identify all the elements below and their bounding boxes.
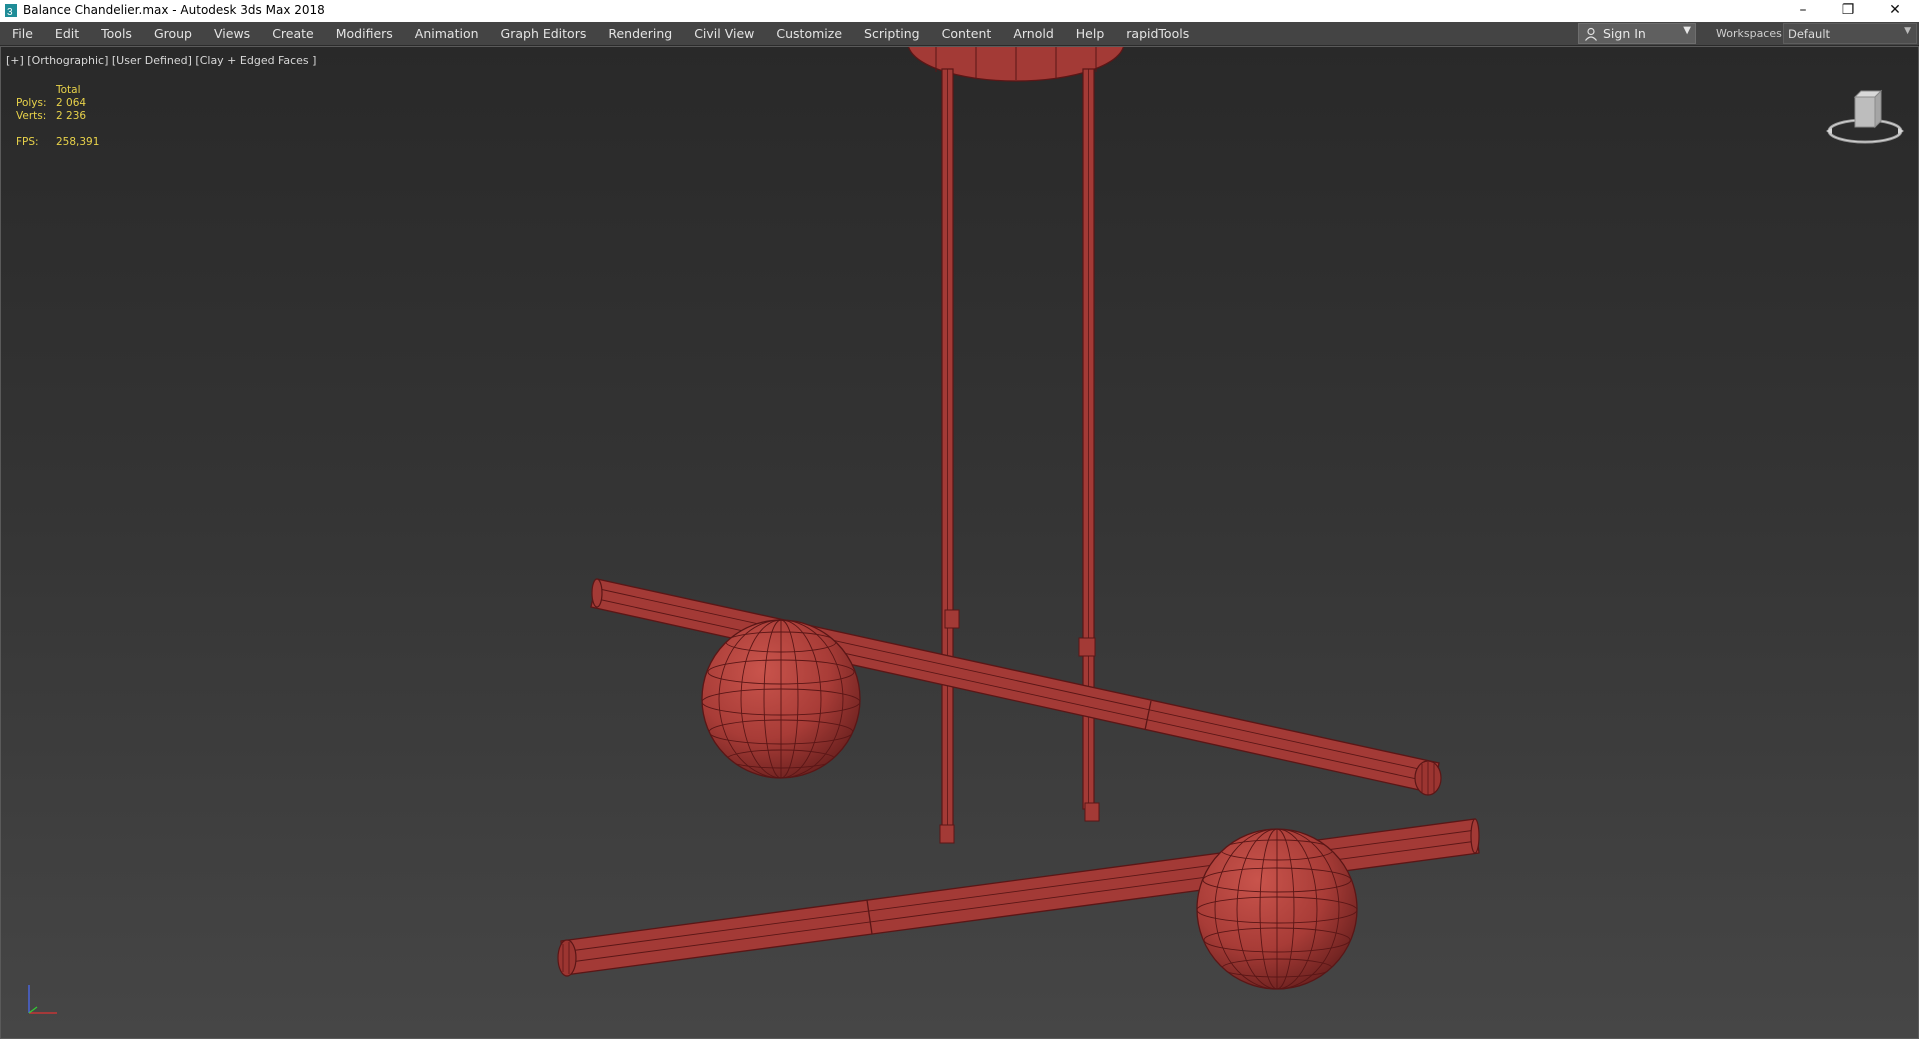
menu-arnold[interactable]: Arnold [1002,22,1064,45]
window-title: Balance Chandelier.max - Autodesk 3ds Ma… [23,3,325,17]
menu-edit[interactable]: Edit [44,22,90,45]
menu-customize[interactable]: Customize [765,22,853,45]
menu-animation[interactable]: Animation [404,22,490,45]
suspension-rods [941,68,1095,840]
chevron-down-icon: ▼ [1683,25,1691,36]
menu-rendering[interactable]: Rendering [597,22,683,45]
stats-verts-label: Verts: [16,110,47,122]
stats-verts-value: 2 236 [56,110,87,122]
workspaces-dropdown[interactable]: Default ▼ [1783,23,1917,44]
menu-views[interactable]: Views [203,22,261,45]
menu-create[interactable]: Create [261,22,325,45]
menu-file[interactable]: File [0,22,44,45]
stats-fps-value: 258,391 [56,136,100,148]
app-icon: 3 [5,4,17,18]
sign-in-button[interactable]: Sign In ▼ [1578,23,1696,44]
menu-help[interactable]: Help [1065,22,1116,45]
svg-text:3: 3 [7,7,13,18]
menu-tools[interactable]: Tools [90,22,143,45]
stats-fps-label: FPS: [16,136,39,148]
menu-group[interactable]: Group [143,22,203,45]
menu-civil-view[interactable]: Civil View [683,22,765,45]
stats-total-label: Total [56,84,81,96]
menu-graph-editors[interactable]: Graph Editors [490,22,598,45]
close-button[interactable]: ✕ [1873,0,1917,22]
menu-items: File Edit Tools Group Views Create Modifiers An… [0,22,1200,45]
axis-tripod-icon [28,985,57,1014]
workspaces-value: Default [1788,27,1831,41]
workspaces-label: Workspaces: [1716,27,1786,40]
chandelier-model [557,47,1480,990]
menu-scripting[interactable]: Scripting [853,22,931,45]
menu-content[interactable]: Content [931,22,1003,45]
viewcube-icon[interactable] [1821,83,1909,149]
sign-in-label: Sign In [1603,26,1646,41]
viewport-label[interactable]: [+] [Orthographic] [User Defined] [Clay … [6,54,316,67]
globe-shade-left [701,619,861,779]
menu-bar: File Edit Tools Group Views Create Modifiers An… [0,22,1919,46]
user-icon [1585,27,1597,41]
stats-polys-label: Polys: [16,97,47,109]
perspective-viewport[interactable]: [+] [Orthographic] [User Defined] [Clay … [0,46,1919,1039]
restore-button[interactable]: ❐ [1826,0,1870,22]
menu-rapidtools[interactable]: rapidTools [1115,22,1200,45]
minimize-button[interactable]: – [1781,0,1825,22]
stats-polys-value: 2 064 [56,97,87,109]
chevron-down-icon: ▼ [1904,26,1911,36]
title-bar: 3 Balance Chandelier.max - Autodesk 3ds … [0,0,1919,22]
menu-modifiers[interactable]: Modifiers [325,22,404,45]
globe-shade-right [1196,828,1358,990]
